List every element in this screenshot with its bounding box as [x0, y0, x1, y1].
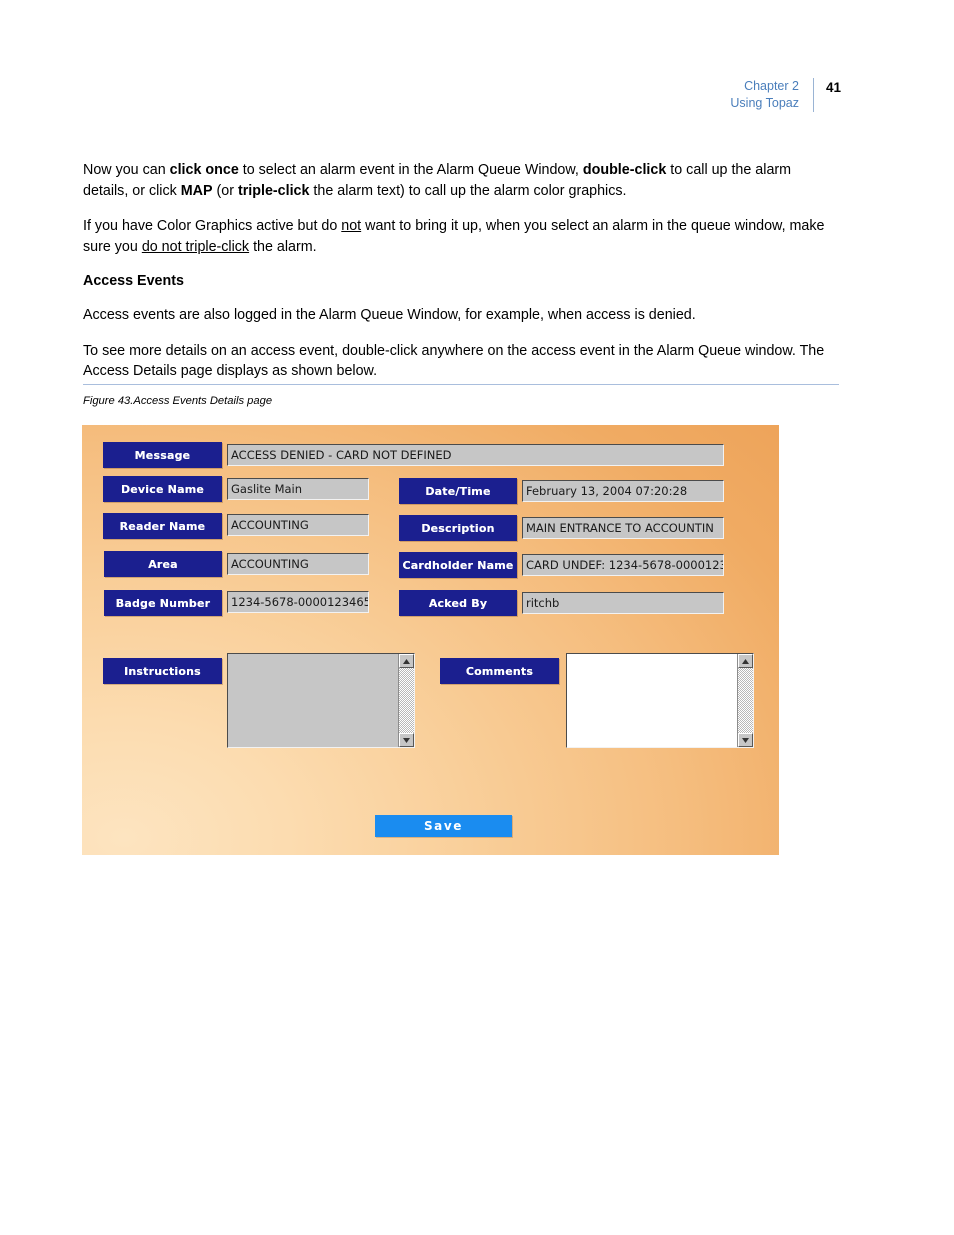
p1-seg5: the alarm text) to call up the alarm col…	[309, 182, 627, 199]
header-divider	[812, 78, 814, 112]
paragraph-click-actions: Now you can click once to select an alar…	[83, 160, 839, 201]
book-section-label: Using Topaz	[730, 96, 799, 110]
instructions-scrollbar[interactable]	[398, 654, 414, 747]
label-area: Area	[104, 551, 222, 577]
field-acked-by[interactable]: ritchb	[522, 592, 724, 614]
field-area[interactable]: ACCOUNTING	[227, 553, 369, 575]
label-description: Description	[399, 515, 517, 541]
label-instructions: Instructions	[103, 658, 222, 684]
label-cardholder-name: Cardholder Name	[399, 552, 517, 578]
save-button[interactable]: Save	[375, 815, 512, 837]
page-content: Now you can click once to select an alar…	[83, 160, 839, 397]
label-badge-number: Badge Number	[104, 590, 222, 616]
scroll-up-arrow-icon[interactable]	[738, 654, 753, 668]
scroll-down-arrow-icon[interactable]	[399, 733, 414, 747]
field-cardholder-name[interactable]: CARD UNDEF: 1234-5678-0000123465	[522, 554, 724, 576]
p1-seg4: (or	[212, 182, 238, 199]
paragraph-access-events-logged: Access events are also logged in the Ala…	[83, 307, 696, 323]
textarea-instructions[interactable]	[227, 653, 415, 748]
label-comments: Comments	[440, 658, 559, 684]
chapter-reference: Chapter 2 Using Topaz	[730, 78, 799, 112]
p1-seg1: Now you can	[83, 162, 170, 178]
p1-bold-double-click: double-click	[582, 162, 667, 178]
label-message: Message	[103, 442, 222, 468]
p2-underline-not: not	[341, 218, 362, 234]
textarea-comments-body[interactable]	[567, 654, 737, 747]
figure-divider-rule	[83, 384, 839, 385]
field-reader-name[interactable]: ACCOUNTING	[227, 514, 369, 536]
scroll-up-arrow-icon[interactable]	[399, 654, 414, 668]
label-reader-name: Reader Name	[103, 513, 222, 539]
field-description[interactable]: MAIN ENTRANCE TO ACCOUNTIN	[522, 517, 724, 539]
textarea-comments[interactable]	[566, 653, 754, 748]
p2-underline-do-not-triple-click: do not triple-click	[141, 238, 250, 255]
field-message[interactable]: ACCESS DENIED - CARD NOT DEFINED	[227, 444, 724, 466]
field-badge-number[interactable]: 1234-5678-0000123465	[227, 591, 369, 613]
textarea-instructions-body[interactable]	[228, 654, 398, 747]
p1-seg2: to select an alarm event in the Alarm Qu…	[238, 162, 583, 178]
figure-caption: Figure 43.Access Events Details page	[83, 395, 273, 407]
section-heading-access-events: Access Events	[83, 273, 184, 289]
p1-bold-click-once: click once	[169, 162, 239, 178]
paragraph-color-graphics: If you have Color Graphics active but do…	[83, 216, 839, 257]
chapter-label: Chapter 2	[744, 79, 799, 93]
label-date-time: Date/Time	[399, 478, 517, 504]
p1-bold-triple-click: triple-click	[237, 182, 310, 199]
label-device-name: Device Name	[103, 476, 222, 502]
page-header: Chapter 2 Using Topaz 41	[730, 78, 841, 112]
p2-seg3: the alarm.	[249, 238, 317, 255]
page-number: 41	[825, 80, 841, 95]
p1-bold-map: MAP	[180, 182, 213, 199]
access-events-details-screenshot: Message ACCESS DENIED - CARD NOT DEFINED…	[82, 425, 779, 855]
comments-scrollbar[interactable]	[737, 654, 753, 747]
scroll-down-arrow-icon[interactable]	[738, 733, 753, 747]
p2-seg1: If you have Color Graphics active but do	[83, 218, 342, 234]
paragraph-access-details-instructions: To see more details on an access event, …	[83, 342, 825, 380]
label-acked-by: Acked By	[399, 590, 517, 616]
field-device-name[interactable]: Gaslite Main	[227, 478, 369, 500]
field-date-time[interactable]: February 13, 2004 07:20:28	[522, 480, 724, 502]
